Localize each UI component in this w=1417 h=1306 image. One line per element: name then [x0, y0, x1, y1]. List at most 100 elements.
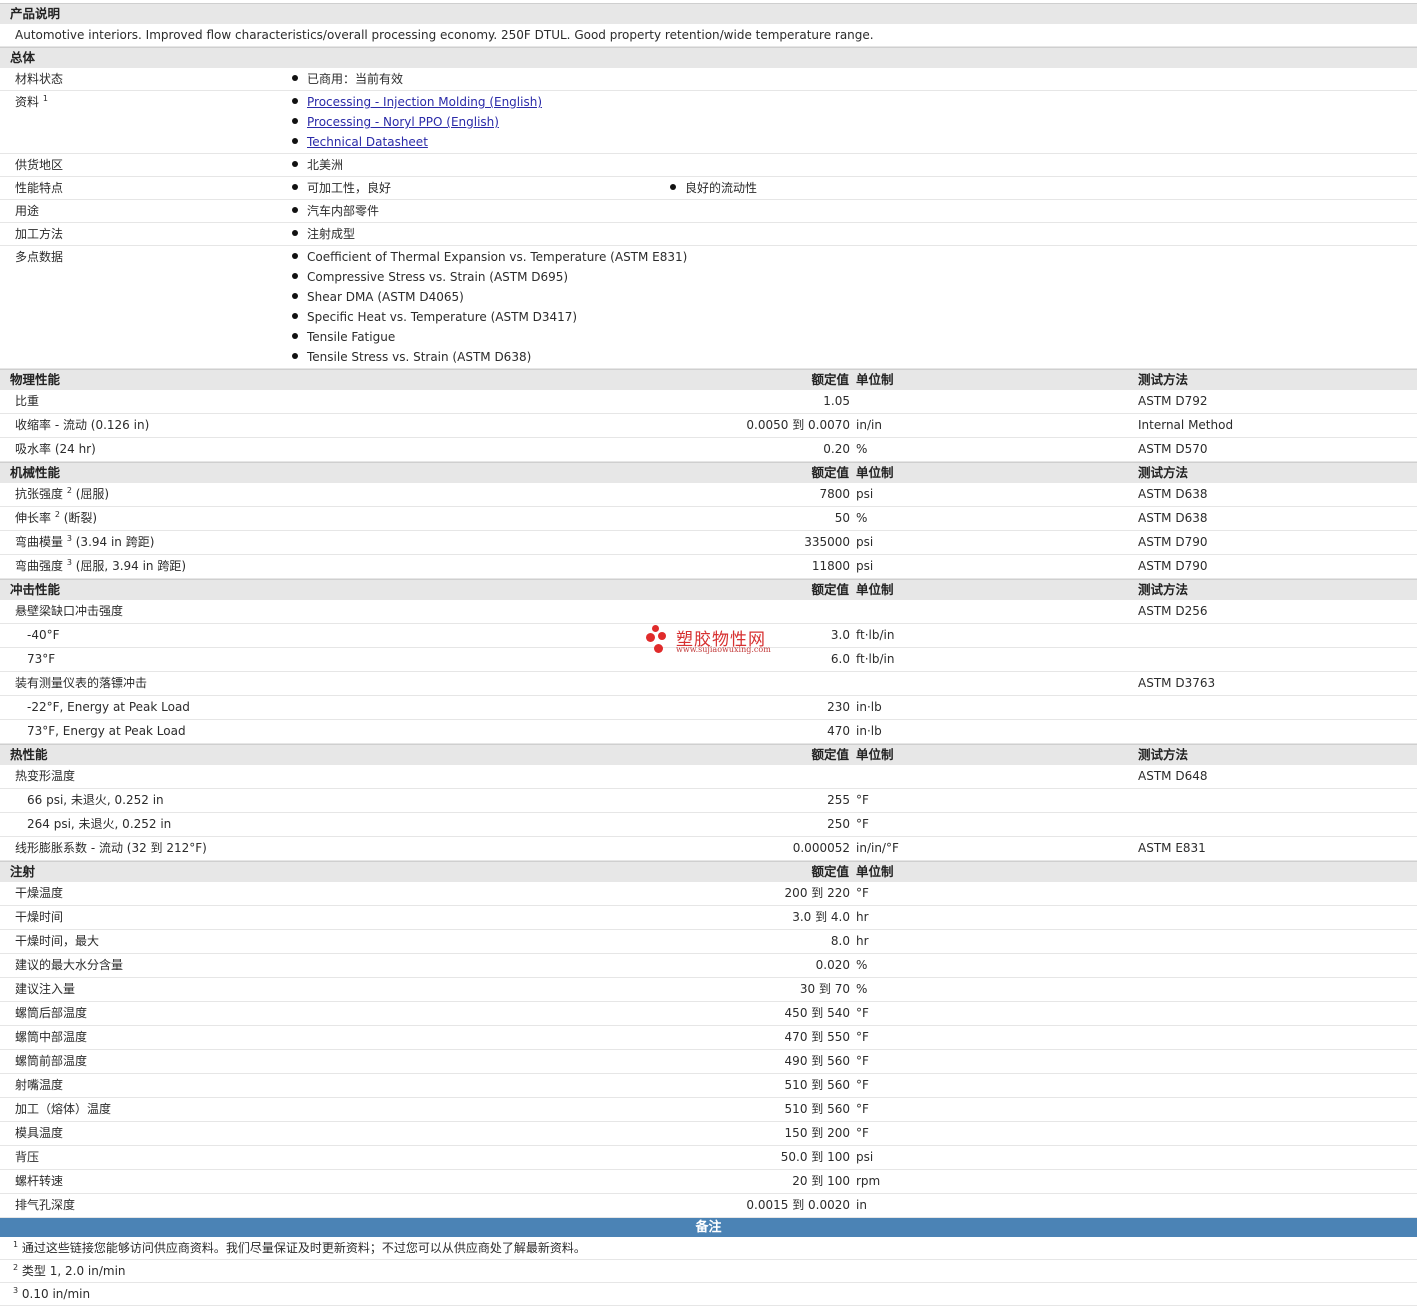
- property-value: 11800: [811, 559, 850, 573]
- property-label: 装有测量仪表的落镖冲击: [15, 672, 147, 695]
- column-header-value: 额定值: [811, 747, 849, 762]
- section-header-thermal: 热性能 额定值 单位制 测试方法: [0, 744, 1417, 765]
- test-method: ASTM D3763: [1138, 676, 1216, 690]
- column-header-unit: 单位制: [856, 465, 894, 480]
- property-label: 干燥时间: [15, 906, 63, 929]
- property-row: 背压 50.0 到 100 psi: [0, 1146, 1417, 1170]
- datasheet-page: { "product": { "header": "产品说明", "descri…: [0, 0, 1417, 1306]
- property-condition: (屈服): [71, 487, 110, 501]
- column-header-unit: 单位制: [856, 372, 894, 387]
- notes-list: 1 通过这些链接您能够访问供应商资料。我们尽量保证及时更新资料；不过您可以从供应…: [0, 1237, 1417, 1306]
- multipoint-link[interactable]: Shear DMA (ASTM D4065): [292, 287, 464, 307]
- property-unit: °F: [856, 1102, 869, 1116]
- multipoint-link[interactable]: Specific Heat vs. Temperature (ASTM D341…: [292, 307, 577, 327]
- property-name: 排气孔深度: [15, 1198, 76, 1212]
- column-header-unit: 单位制: [856, 864, 894, 879]
- section-header-injection: 注射 额定值 单位制: [0, 861, 1417, 882]
- property-row: 加工（熔体）温度 510 到 560 °F: [0, 1098, 1417, 1122]
- bullet-icon: [670, 184, 676, 190]
- property-row: 悬壁梁缺口冲击强度 ASTM D256: [0, 600, 1417, 624]
- row-label: 供货地区: [15, 158, 64, 172]
- bullet-icon: [292, 118, 298, 124]
- row-label: 材料状态: [15, 72, 64, 86]
- property-label: 螺筒前部温度: [15, 1050, 87, 1073]
- row-label: 加工方法: [15, 227, 64, 241]
- property-label: 建议的最大水分含量: [15, 954, 123, 977]
- property-name: 建议注入量: [15, 982, 76, 996]
- property-unit: hr: [856, 910, 869, 924]
- property-label: 干燥时间，最大: [15, 930, 99, 953]
- property-value: 490 到 560: [784, 1054, 850, 1068]
- multipoint-link[interactable]: Tensile Stress vs. Strain (ASTM D638): [292, 347, 531, 367]
- bullet-icon: [292, 138, 298, 144]
- property-value: 250: [827, 817, 850, 831]
- section-title: 冲击性能: [10, 582, 61, 597]
- multipoint-link[interactable]: Coefficient of Thermal Expansion vs. Tem…: [292, 247, 687, 267]
- property-value: 0.0050 到 0.0070: [746, 418, 850, 432]
- property-name: 干燥温度: [15, 886, 64, 900]
- property-unit: psi: [856, 559, 874, 573]
- section-header-mechanical: 机械性能 额定值 单位制 测试方法: [0, 462, 1417, 483]
- property-unit: hr: [856, 934, 869, 948]
- property-value: 150 到 200: [784, 1126, 850, 1140]
- column-header-unit: 单位制: [856, 747, 894, 762]
- doc-link-technical-datasheet[interactable]: Technical Datasheet: [307, 135, 428, 149]
- bullet-icon: [292, 207, 298, 213]
- bullet-icon: [292, 230, 298, 236]
- footnote-number: 2: [13, 1263, 19, 1272]
- property-name: 螺杆转速: [15, 1174, 64, 1188]
- property-unit: °F: [856, 793, 869, 807]
- property-row: 吸水率 (24 hr) 0.20% ASTM D570: [0, 438, 1417, 462]
- multipoint-link[interactable]: Tensile Fatigue: [292, 327, 395, 347]
- property-name: 建议的最大水分含量: [15, 958, 124, 972]
- property-unit: °F: [856, 1078, 869, 1092]
- general-row-region: 供货地区 北美洲: [0, 154, 1417, 177]
- property-row: 建议的最大水分含量 0.020%: [0, 954, 1417, 978]
- property-value: 8.0: [830, 934, 850, 948]
- property-label: 比重: [15, 390, 39, 413]
- property-unit: in: [856, 1198, 867, 1212]
- multipoint-link[interactable]: Compressive Stress vs. Strain (ASTM D695…: [292, 267, 568, 287]
- property-row: 抗张强度 2 (屈服) 7800 psi ASTM D638: [0, 483, 1417, 507]
- column-header-value: 额定值: [811, 372, 849, 387]
- property-label: 弯曲模量 3 (3.94 in 跨距): [15, 531, 154, 554]
- general-row-docs: 资料 1 Processing - Injection Molding (Eng…: [0, 91, 1417, 154]
- bullet-icon: [292, 273, 298, 279]
- bullet-item: 已商用：当前有效: [292, 69, 403, 89]
- footnote-ref: 1: [42, 94, 48, 103]
- note-text: 类型 1, 2.0 in/min: [21, 1264, 126, 1278]
- property-name: 热变形温度: [15, 769, 76, 783]
- column-header-test: 测试方法: [1138, 465, 1189, 480]
- test-method: ASTM D790: [1138, 559, 1208, 573]
- bullet-icon: [292, 333, 298, 339]
- property-unit: in/in: [856, 418, 882, 432]
- property-row: 螺筒中部温度 470 到 550 °F: [0, 1026, 1417, 1050]
- property-unit: %: [856, 982, 868, 996]
- bullet-text: 已商用：当前有效: [307, 72, 404, 86]
- property-name: 模具温度: [15, 1126, 64, 1140]
- general-row-process: 加工方法 注射成型: [0, 223, 1417, 246]
- property-name: 弯曲模量: [15, 535, 64, 549]
- property-unit: psi: [856, 487, 874, 501]
- property-name: 73°F: [27, 652, 56, 666]
- product-description: Automotive interiors. Improved flow char…: [0, 24, 1417, 47]
- property-unit: °F: [856, 1054, 869, 1068]
- bullet-item: Technical Datasheet: [292, 132, 428, 152]
- test-method: ASTM D638: [1138, 487, 1208, 501]
- doc-link-injection-molding[interactable]: Processing - Injection Molding (English): [307, 95, 542, 109]
- test-method: ASTM D570: [1138, 442, 1208, 456]
- section-title: 热性能: [10, 747, 48, 762]
- general-row-features: 性能特点 可加工性，良好 良好的流动性: [0, 177, 1417, 200]
- property-unit: in·lb: [856, 724, 882, 738]
- property-name: 弯曲强度: [15, 559, 64, 573]
- property-value: 510 到 560: [784, 1078, 850, 1092]
- property-row: 73°F, Energy at Peak Load 470 in·lb: [0, 720, 1417, 744]
- property-row: 装有测量仪表的落镖冲击 ASTM D3763: [0, 672, 1417, 696]
- doc-link-noryl-ppo[interactable]: Processing - Noryl PPO (English): [307, 115, 499, 129]
- property-label: 排气孔深度: [15, 1194, 75, 1217]
- property-name: 干燥时间，最大: [15, 934, 100, 948]
- test-method: ASTM D792: [1138, 394, 1208, 408]
- property-value: 30 到 70: [799, 982, 850, 996]
- property-label: 干燥温度: [15, 882, 63, 905]
- property-label: 背压: [15, 1146, 39, 1169]
